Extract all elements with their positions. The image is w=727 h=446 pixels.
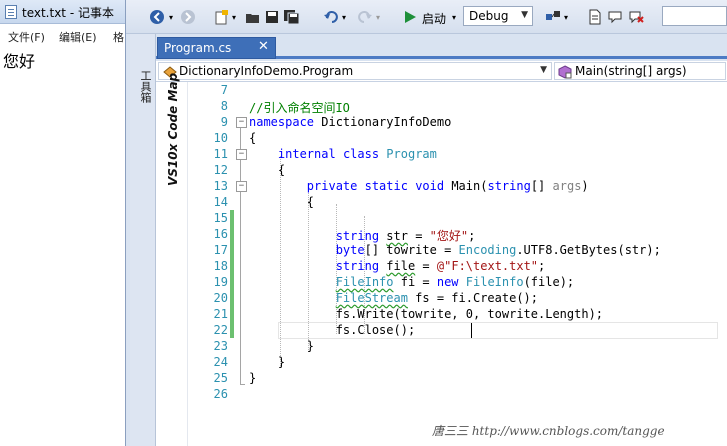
solution-configuration-select[interactable]: Debug ▼ <box>463 6 533 26</box>
bookmark-page-icon[interactable] <box>586 8 604 26</box>
line-number: 20 <box>213 291 228 305</box>
line-number: 19 <box>213 275 228 289</box>
tab-program-cs[interactable]: Program.cs ✕ <box>157 37 276 59</box>
code-editor[interactable]: VS10x Code Map 7 8 9 10 11 12 13 14 15 1… <box>156 72 727 446</box>
attach-process-icon[interactable] <box>544 8 562 26</box>
visual-studio-window: ▾ ▾ ▾ ▾ 启动 ▾ Debug ▼ ▾ 工具箱 Program.cs ✕ … <box>126 0 727 446</box>
collapse-icon[interactable]: − <box>236 117 247 128</box>
code-line-14: { <box>306 195 315 209</box>
tab-label: Program.cs <box>164 41 232 55</box>
close-icon[interactable]: ✕ <box>258 39 269 54</box>
member-selector-value: Main(string[] args) <box>575 64 687 78</box>
line-number: 10 <box>213 131 228 145</box>
chevron-down-icon: ▼ <box>540 65 547 75</box>
line-number: 16 <box>213 227 228 241</box>
code-line-25: } <box>249 371 257 385</box>
code-line-8: //引入命名空间IO <box>249 101 350 115</box>
code-line-23: } <box>306 339 315 353</box>
standard-toolbar: ▾ ▾ ▾ ▾ 启动 ▾ Debug ▼ ▾ <box>126 0 727 34</box>
code-line-11: internal class Program <box>277 147 437 161</box>
new-dropdown-icon[interactable]: ▾ <box>230 8 238 26</box>
code-map-side-tab[interactable]: VS10x Code Map <box>156 72 188 446</box>
save-icon[interactable] <box>263 8 281 26</box>
code-line-20: FileStream fs = fi.Create(); <box>335 291 538 305</box>
forward-icon[interactable] <box>179 8 197 26</box>
start-dropdown-icon[interactable]: ▾ <box>450 8 458 26</box>
outline-guide <box>240 192 241 384</box>
notepad-icon <box>5 5 17 19</box>
notepad-title: text.txt - 记事本 <box>22 6 114 20</box>
clear-bookmarks-icon[interactable] <box>627 8 645 26</box>
start-button-label[interactable]: 启动 <box>422 10 446 27</box>
method-icon <box>558 65 572 82</box>
menu-file[interactable]: 文件(F) <box>8 29 45 45</box>
navigation-bar: DictionaryInfoDemo.Program ▼ Main(string… <box>156 61 727 82</box>
open-file-icon[interactable] <box>244 8 262 26</box>
line-number: 23 <box>213 339 228 353</box>
line-number: 21 <box>213 307 228 321</box>
line-number: 26 <box>213 387 228 401</box>
outline-guide-end <box>240 384 245 385</box>
code-line-9: namespace DictionaryInfoDemo <box>249 115 452 129</box>
line-number: 8 <box>220 99 228 113</box>
code-line-12: { <box>277 163 286 177</box>
line-number: 9 <box>220 115 228 129</box>
line-number: 12 <box>213 163 228 177</box>
notepad-text-area[interactable]: 您好 <box>3 48 35 72</box>
watermark: 唐三三 http://www.cnblogs.com/tangge <box>432 424 665 438</box>
chevron-down-icon: ▼ <box>521 10 528 20</box>
toggle-breakpoint-icon[interactable] <box>606 8 624 26</box>
code-line-17: byte[] towrite = Encoding.UTF8.GetBytes(… <box>335 243 661 257</box>
toolbar-overflow-icon[interactable]: ▾ <box>562 8 570 26</box>
back-dropdown-icon[interactable]: ▾ <box>167 8 175 26</box>
type-selector-value: DictionaryInfoDemo.Program <box>179 64 354 78</box>
collapse-icon[interactable]: − <box>236 149 247 160</box>
code-line-16: string str = "您好"; <box>335 229 476 243</box>
changed-lines-marker <box>230 210 234 338</box>
collapse-icon[interactable]: − <box>236 181 247 192</box>
member-selector[interactable]: Main(string[] args) <box>554 62 726 80</box>
code-line-13: private static void Main(string[] args) <box>306 179 589 193</box>
menu-format[interactable]: 格 <box>113 29 124 45</box>
notepad-menu-bar: 文件(F) 编辑(E) 格 <box>0 27 125 45</box>
redo-dropdown-icon[interactable]: ▾ <box>374 8 382 26</box>
type-selector[interactable]: DictionaryInfoDemo.Program ▼ <box>158 62 552 80</box>
line-number: 25 <box>213 371 228 385</box>
code-line-10: { <box>249 131 257 145</box>
notepad-window: text.txt - 记事本 文件(F) 编辑(E) 格 您好 <box>0 0 126 446</box>
new-project-icon[interactable] <box>212 8 230 26</box>
line-number: 24 <box>213 355 228 369</box>
notepad-title-bar[interactable]: text.txt - 记事本 <box>0 0 125 24</box>
code-line-19: FileInfo fi = new FileInfo(file); <box>335 275 575 289</box>
line-number: 14 <box>213 195 228 209</box>
line-number: 22 <box>213 323 228 337</box>
save-all-icon[interactable] <box>282 8 302 26</box>
find-input[interactable] <box>662 6 727 26</box>
code-line-24: } <box>277 355 286 369</box>
line-number: 17 <box>213 243 228 257</box>
undo-dropdown-icon[interactable]: ▾ <box>340 8 348 26</box>
back-icon[interactable] <box>148 8 166 26</box>
code-line-21: fs.Write(towrite, 0, towrite.Length); <box>335 307 604 321</box>
line-number: 7 <box>220 83 228 97</box>
text-caret <box>471 323 472 338</box>
undo-icon[interactable] <box>322 8 340 26</box>
start-debug-icon[interactable] <box>401 8 419 26</box>
code-map-label: VS10x Code Map <box>166 72 180 186</box>
line-number: 15 <box>213 211 228 225</box>
toolbox-label: 工具箱 <box>139 70 152 103</box>
configuration-value: Debug <box>469 9 509 23</box>
line-number: 11 <box>213 147 228 161</box>
redo-icon[interactable] <box>356 8 374 26</box>
code-line-22: fs.Close(); <box>335 323 416 337</box>
menu-edit[interactable]: 编辑(E) <box>59 29 97 45</box>
toolbox-side-tab[interactable]: 工具箱 <box>130 34 156 446</box>
line-number: 13 <box>213 179 228 193</box>
line-number: 18 <box>213 259 228 273</box>
code-line-18: string file = @"F:\text.txt"; <box>335 259 546 273</box>
